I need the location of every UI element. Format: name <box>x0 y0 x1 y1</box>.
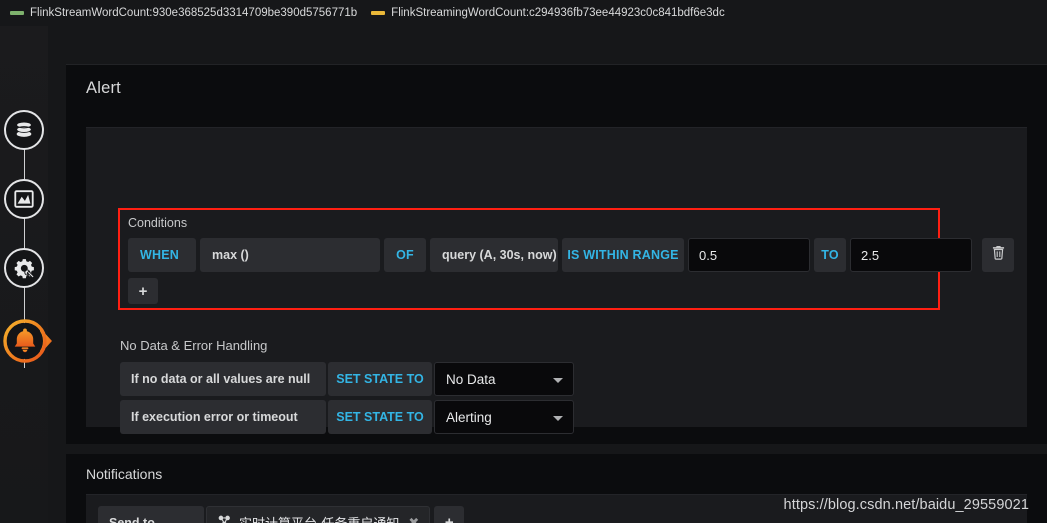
sidebar-item-alert[interactable] <box>2 318 54 364</box>
legend-label-series-1: FlinkStreamWordCount:930e368525d3314709b… <box>30 7 358 19</box>
share-nodes-icon <box>217 515 232 523</box>
condition-evaluator-select[interactable]: IS WITHIN RANGE <box>562 238 684 272</box>
condition-row: WHEN max () OF query (A, 30s, now) IS WI… <box>128 238 1014 272</box>
no-data-row: If no data or all values are null SET ST… <box>120 362 640 396</box>
close-icon[interactable]: ✖ <box>408 515 419 523</box>
exec-error-state-select[interactable]: Alerting <box>434 400 574 434</box>
graph-panel-icon <box>13 188 35 210</box>
legend-swatch-series-1 <box>10 11 24 15</box>
add-condition-button[interactable]: + <box>128 278 158 304</box>
condition-from-input[interactable]: 0.5 <box>688 238 810 272</box>
condition-reducer-select[interactable]: max () <box>200 238 380 272</box>
notifications-heading: Notifications <box>86 466 163 482</box>
notification-channel-label: 实时计算平台-任务重启通知 <box>239 513 399 523</box>
send-to-label: Send to <box>98 506 204 523</box>
sidebar-item-visualization[interactable] <box>4 179 44 219</box>
editor-content: Alert Conditions WHEN max () OF query (A… <box>48 26 1047 523</box>
conditions-section-highlight: Conditions WHEN max () OF query (A, 30s,… <box>118 208 1014 310</box>
no-data-row-label: If no data or all values are null <box>120 362 326 396</box>
condition-delete-button[interactable] <box>982 238 1014 272</box>
sidebar-item-datasource[interactable] <box>4 110 44 150</box>
legend-swatch-series-2 <box>371 11 386 15</box>
add-notification-button[interactable]: + <box>434 506 465 523</box>
notification-channel-chip[interactable]: 实时计算平台-任务重启通知 ✖ <box>206 506 431 523</box>
legend-label-series-2: FlinkStreamingWordCount:c294936fb73ee449… <box>391 7 725 19</box>
conditions-heading: Conditions <box>128 216 188 230</box>
condition-to-label: TO <box>814 238 846 272</box>
chevron-down-icon <box>553 378 563 383</box>
database-icon <box>13 119 35 141</box>
condition-to-input[interactable]: 2.5 <box>850 238 972 272</box>
chevron-down-icon <box>553 416 563 421</box>
no-data-set-state-label: SET STATE TO <box>328 362 432 396</box>
exec-error-row: If execution error or timeout SET STATE … <box>120 400 640 434</box>
alert-panel-body: Conditions WHEN max () OF query (A, 30s,… <box>86 127 1027 434</box>
no-data-handling-section: No Data & Error Handling If no data or a… <box>120 338 640 438</box>
send-to-row: Send to 实时计算平台-任务重启通知 ✖ + <box>98 506 465 523</box>
legend-item-series-2[interactable]: FlinkStreamingWordCount:c294936fb73ee449… <box>371 7 725 19</box>
no-data-state-value: No Data <box>446 371 496 387</box>
condition-when-label[interactable]: WHEN <box>128 238 196 272</box>
graph-legend: FlinkStreamWordCount:930e368525d3314709b… <box>0 0 1047 26</box>
trash-icon <box>992 245 1005 265</box>
no-data-heading: No Data & Error Handling <box>120 338 268 353</box>
edit-mode-sidebar <box>0 26 52 523</box>
sidebar-item-general-settings[interactable] <box>4 248 44 288</box>
alert-panel: Alert Conditions WHEN max () OF query (A… <box>66 64 1047 444</box>
no-data-state-select[interactable]: No Data <box>434 362 574 396</box>
exec-error-set-state-label: SET STATE TO <box>328 400 432 434</box>
watermark-url: https://blog.csdn.net/baidu_29559021 <box>783 497 1029 513</box>
condition-query-select[interactable]: query (A, 30s, now) <box>430 238 558 272</box>
grafana-alert-editor: FlinkStreamWordCount:930e368525d3314709b… <box>0 0 1047 523</box>
condition-of-label: OF <box>384 238 426 272</box>
conditions-section: Conditions WHEN max () OF query (A, 30s,… <box>120 210 1014 308</box>
gear-wrench-icon <box>13 257 36 280</box>
exec-error-state-value: Alerting <box>446 409 492 425</box>
page-title: Alert <box>86 79 121 97</box>
exec-error-row-label: If execution error or timeout <box>120 400 326 434</box>
legend-item-series-1[interactable]: FlinkStreamWordCount:930e368525d3314709b… <box>10 7 357 19</box>
